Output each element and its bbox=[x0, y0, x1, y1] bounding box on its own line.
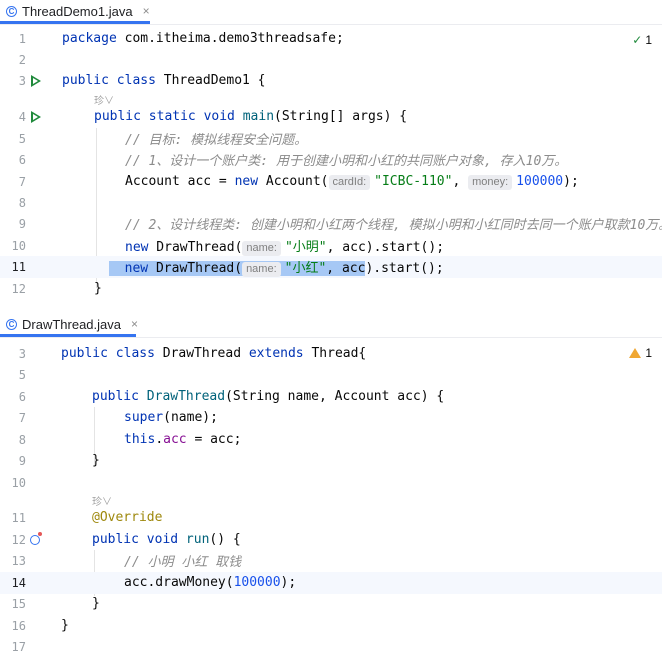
code-line: 11 @Override bbox=[0, 507, 662, 529]
code-text[interactable]: new DrawThread(name: "小明", acc).start(); bbox=[125, 236, 444, 256]
code-text[interactable]: public static void main(String[] args) { bbox=[94, 109, 407, 124]
line-number: 16 bbox=[11, 618, 26, 633]
param-hint: name: bbox=[242, 261, 281, 277]
tab-label: ThreadDemo1.java bbox=[22, 3, 133, 19]
code-line: 16 } bbox=[0, 615, 662, 637]
code-text[interactable]: public class DrawThread extends Thread{ bbox=[61, 346, 366, 361]
line-number: 8 bbox=[18, 195, 26, 210]
line-number: 1 bbox=[18, 31, 26, 46]
code-line: 1 package com.itheima.demo3threadsafe; bbox=[0, 28, 662, 50]
line-number: 3 bbox=[18, 73, 26, 88]
param-hint: cardId: bbox=[328, 174, 371, 190]
run-icon[interactable] bbox=[31, 111, 41, 123]
comment-text[interactable]: // 2、设计线程类: 创建小明和小红两个线程, 模拟小明和小红同时去同一个账户… bbox=[125, 214, 662, 233]
code-line: 5 bbox=[0, 364, 662, 386]
line-number: 12 bbox=[11, 532, 26, 547]
line-number: 2 bbox=[18, 52, 26, 67]
line-number: 6 bbox=[18, 152, 26, 167]
line-number: 7 bbox=[18, 174, 26, 189]
code-text[interactable]: package com.itheima.demo3threadsafe; bbox=[62, 31, 344, 46]
code-line: 9 // 2、设计线程类: 创建小明和小红两个线程, 模拟小明和小红同时去同一个… bbox=[0, 213, 662, 235]
code-text[interactable]: super(name); bbox=[124, 410, 218, 425]
line-number: 12 bbox=[11, 281, 26, 296]
close-icon[interactable]: × bbox=[143, 4, 150, 18]
param-hint: name: bbox=[242, 240, 281, 256]
param-hint: money: bbox=[468, 174, 513, 190]
code-line: 4 public static void main(String[] args)… bbox=[0, 106, 662, 128]
code-text[interactable]: public void run() { bbox=[92, 532, 241, 547]
line-number: 8 bbox=[18, 432, 26, 447]
class-icon: C bbox=[6, 5, 17, 17]
code-line: 8 this.acc = acc; bbox=[0, 429, 662, 451]
line-number: 6 bbox=[18, 389, 26, 404]
tab-separator bbox=[0, 337, 662, 338]
line-number: 10 bbox=[11, 475, 26, 490]
selection: new DrawThread(name: "小红", acc bbox=[109, 260, 366, 277]
class-icon: C bbox=[6, 318, 17, 330]
line-number: 5 bbox=[18, 131, 26, 146]
code-line: 8 bbox=[0, 192, 662, 214]
code-text[interactable]: public DrawThread(String name, Account a… bbox=[92, 389, 444, 404]
code-line: 3 public class ThreadDemo1 { bbox=[0, 70, 662, 92]
line-number: 7 bbox=[18, 410, 26, 425]
author-hint[interactable]: 珍∨ bbox=[94, 92, 114, 107]
comment-text[interactable]: // 目标: 模拟线程安全问题。 bbox=[125, 129, 307, 148]
current-code-line: 14 acc.drawMoney(100000); bbox=[0, 572, 662, 594]
override-icon[interactable] bbox=[30, 532, 42, 545]
code-line: 12 } bbox=[0, 278, 662, 300]
code-line: 12 public void run() { bbox=[0, 529, 662, 551]
code-line: 7 super(name); bbox=[0, 407, 662, 429]
author-hint[interactable]: 珍∨ bbox=[92, 493, 112, 508]
code-text[interactable]: } bbox=[61, 618, 69, 633]
tab-drawthread[interactable]: C DrawThread.java × bbox=[0, 313, 138, 335]
code-line: 6 public DrawThread(String name, Account… bbox=[0, 386, 662, 408]
run-icon[interactable] bbox=[31, 75, 41, 87]
tab-label: DrawThread.java bbox=[22, 316, 121, 332]
comment-text[interactable]: // 1、设计一个账户类: 用于创建小明和小红的共同账户对象, 存入10万。 bbox=[125, 150, 567, 169]
comment-text[interactable]: // 小明 小红 取钱 bbox=[124, 551, 241, 570]
line-number: 4 bbox=[18, 109, 26, 124]
line-number: 14 bbox=[11, 575, 26, 590]
code-text[interactable]: public class ThreadDemo1 { bbox=[62, 73, 266, 88]
code-line: 2 bbox=[0, 49, 662, 71]
code-line: 5 // 目标: 模拟线程安全问题。 bbox=[0, 128, 662, 150]
code-line: 6 // 1、设计一个账户类: 用于创建小明和小红的共同账户对象, 存入10万。 bbox=[0, 149, 662, 171]
code-line: 10 bbox=[0, 472, 662, 494]
close-icon[interactable]: × bbox=[131, 317, 138, 331]
code-line: 17 bbox=[0, 636, 662, 658]
code-line: 7 Account acc = new Account(cardId: "ICBC… bbox=[0, 171, 662, 193]
line-number: 9 bbox=[18, 216, 26, 231]
line-number: 13 bbox=[11, 553, 26, 568]
editor1-tabbar: C ThreadDemo1.java × bbox=[0, 0, 662, 24]
editor2-tabbar: C DrawThread.java × bbox=[0, 313, 662, 337]
tab-separator bbox=[0, 24, 662, 25]
code-line: 3 public class DrawThread extends Thread… bbox=[0, 343, 662, 365]
line-number: 15 bbox=[11, 596, 26, 611]
line-number: 5 bbox=[18, 367, 26, 382]
code-text[interactable]: this.acc = acc; bbox=[124, 432, 241, 447]
code-line: 13 // 小明 小红 取钱 bbox=[0, 550, 662, 572]
tab-threaddemo1[interactable]: C ThreadDemo1.java × bbox=[0, 0, 150, 22]
line-number: 10 bbox=[11, 238, 26, 253]
code-text[interactable]: } bbox=[94, 281, 102, 296]
code-text[interactable]: } bbox=[92, 596, 100, 611]
code-line: 10 new DrawThread(name: "小明", acc).start(… bbox=[0, 235, 662, 257]
line-number: 3 bbox=[18, 346, 26, 361]
code-text[interactable]: Account acc = new Account(cardId: "ICBC-1… bbox=[125, 174, 579, 190]
line-number: 11 bbox=[11, 259, 26, 274]
line-number: 11 bbox=[11, 510, 26, 525]
code-line: 9 } bbox=[0, 450, 662, 472]
annotation-text[interactable]: @Override bbox=[92, 510, 162, 525]
current-code-line: 11 new DrawThread(name: "小红", acc).start(… bbox=[0, 256, 662, 278]
code-text[interactable]: new DrawThread(name: "小红", acc).start(); bbox=[109, 257, 444, 277]
line-number: 9 bbox=[18, 453, 26, 468]
code-text[interactable]: } bbox=[92, 453, 100, 468]
code-line: 15 } bbox=[0, 593, 662, 615]
code-text[interactable]: acc.drawMoney(100000); bbox=[124, 575, 296, 590]
